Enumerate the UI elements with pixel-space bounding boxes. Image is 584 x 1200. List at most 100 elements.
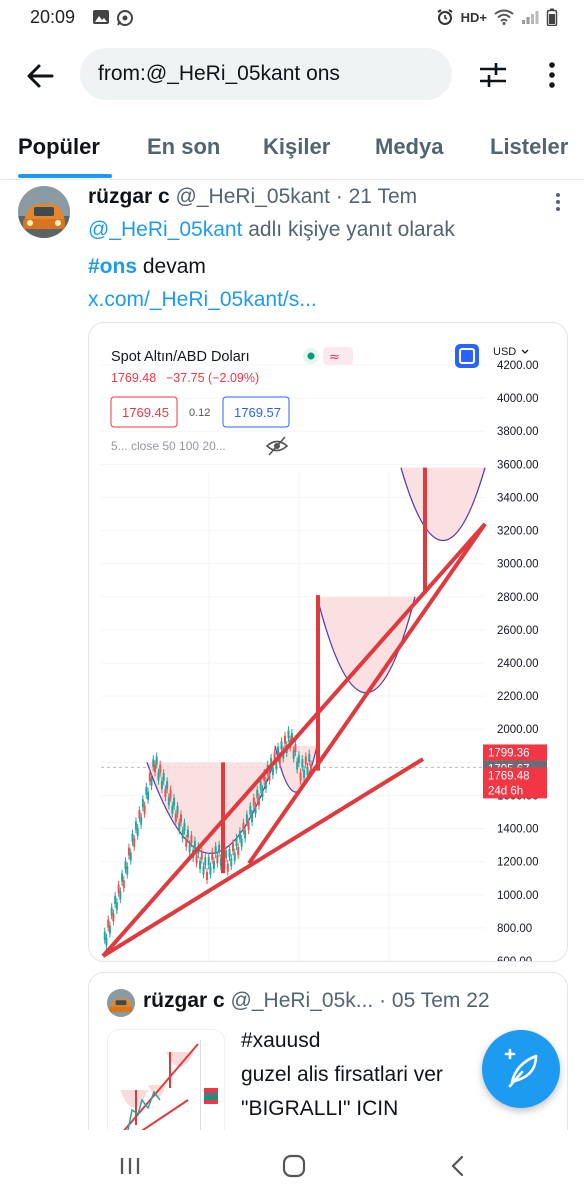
system-icons: HD+ bbox=[436, 8, 558, 26]
price-candle-body bbox=[244, 830, 247, 839]
tab-popular[interactable]: Popüler bbox=[18, 134, 100, 160]
price-candle-body bbox=[199, 860, 202, 869]
price-candle-body bbox=[287, 730, 290, 739]
active-tab-indicator bbox=[18, 174, 112, 178]
price-candle-body bbox=[212, 860, 215, 869]
y-tick-label: 2400.00 bbox=[497, 658, 539, 670]
price-candle-body bbox=[167, 797, 170, 806]
search-filter-button[interactable] bbox=[476, 58, 510, 92]
tweet-date[interactable]: 21 Tem bbox=[349, 185, 418, 208]
quote-text-line: "BIGRALLI" ICIN bbox=[241, 1097, 399, 1120]
y-tick-label: 2800.00 bbox=[497, 592, 539, 604]
price-candle-body bbox=[200, 851, 203, 860]
y-tick-label: 4200.00 bbox=[497, 360, 539, 372]
back-button[interactable] bbox=[22, 58, 58, 94]
price-candle-body bbox=[284, 735, 286, 744]
price-candle-body bbox=[180, 814, 182, 823]
price-candle-body bbox=[226, 863, 229, 872]
price-candle-body bbox=[251, 814, 254, 822]
price-candle-body bbox=[301, 759, 304, 768]
price-candle-body bbox=[174, 814, 177, 822]
price-candle-body bbox=[225, 850, 228, 859]
reply-context: @_HeRi_05kant adlı kişiye yanıt olarak bbox=[88, 218, 455, 242]
price-candle-body bbox=[110, 907, 113, 916]
status-time: 20:09 bbox=[30, 7, 76, 27]
hide-eye-icon[interactable] bbox=[265, 436, 289, 456]
tab-people[interactable]: Kişiler bbox=[263, 134, 330, 160]
price-candle-body bbox=[147, 791, 150, 800]
price-candle-body bbox=[238, 830, 241, 839]
price-candle-body bbox=[218, 844, 221, 853]
price-candle-body bbox=[121, 873, 124, 882]
support-trend-line bbox=[247, 522, 487, 865]
price-candle-body bbox=[304, 756, 307, 765]
home-button[interactable] bbox=[280, 1152, 308, 1180]
price-candle-body bbox=[292, 750, 295, 759]
price-candle-body bbox=[233, 852, 236, 861]
currency-selector[interactable]: USD bbox=[493, 346, 516, 358]
price-candle-body bbox=[235, 837, 238, 846]
search-tabs: Popüler En son Kişiler Medya Listeler bbox=[0, 118, 584, 180]
price-candle-body bbox=[173, 797, 176, 806]
gallery-icon bbox=[93, 10, 109, 24]
price-candle-body bbox=[277, 746, 280, 755]
car-avatar-image bbox=[107, 989, 135, 1017]
chevron-left-icon bbox=[451, 1155, 464, 1177]
price-candle-body bbox=[112, 913, 115, 922]
svg-text:≈: ≈ bbox=[329, 350, 340, 365]
recents-icon bbox=[120, 1158, 140, 1174]
compose-tweet-button[interactable] bbox=[482, 1030, 560, 1108]
price-candle-body bbox=[150, 778, 153, 787]
price-candle-body bbox=[131, 833, 134, 842]
chart-image[interactable]: 600.00800.001000.001200.001400.001600.00… bbox=[88, 322, 568, 962]
price-candle-body bbox=[202, 866, 205, 875]
y-tick-label: 3200.00 bbox=[497, 526, 539, 538]
avatar[interactable] bbox=[18, 186, 70, 238]
price-candle-body bbox=[247, 822, 250, 831]
price-candle-body bbox=[206, 871, 208, 880]
price-candle-body bbox=[252, 797, 255, 806]
y-tick-label: 3000.00 bbox=[497, 559, 539, 571]
recent-apps-button[interactable] bbox=[116, 1152, 144, 1180]
price-candle-body bbox=[119, 891, 122, 900]
tab-lists[interactable]: Listeler bbox=[490, 134, 568, 160]
price-candle-body bbox=[207, 857, 210, 866]
quote-avatar[interactable] bbox=[107, 989, 135, 1017]
price-candle-body bbox=[103, 931, 106, 940]
notification-icons bbox=[92, 9, 134, 27]
system-back-button[interactable] bbox=[444, 1152, 472, 1180]
quote-author-name[interactable]: rüzgar c bbox=[143, 989, 225, 1012]
car-avatar-image bbox=[18, 186, 70, 238]
y-tick-label: 2000.00 bbox=[497, 724, 539, 736]
alarm-icon bbox=[437, 9, 453, 25]
tweet-text: #ons devam bbox=[88, 255, 206, 279]
author-handle[interactable]: @_HeRi_05kant bbox=[176, 185, 330, 208]
more-options-button[interactable] bbox=[540, 58, 564, 92]
hashtag-link[interactable]: #ons bbox=[88, 255, 137, 278]
reply-handle-link[interactable]: @_HeRi_05kant bbox=[88, 218, 242, 241]
search-input[interactable]: from:@_HeRi_05kant ons bbox=[80, 48, 452, 100]
search-query: from:@_HeRi_05kant ons bbox=[98, 62, 340, 85]
tab-latest[interactable]: En son bbox=[147, 134, 220, 160]
price-candle-body bbox=[297, 755, 300, 764]
quote-author-handle[interactable]: @_HeRi_05k... bbox=[231, 989, 374, 1012]
tab-media[interactable]: Medya bbox=[375, 134, 443, 160]
price-tag-label: 1769.48 bbox=[488, 770, 530, 782]
price-candle-body bbox=[133, 838, 136, 847]
price-candle-body bbox=[108, 925, 111, 934]
price-candle-body bbox=[129, 852, 132, 861]
price-candle-body bbox=[256, 789, 259, 798]
price-tag-label: 24d 6h bbox=[488, 785, 523, 797]
quote-date[interactable]: · 05 Tem 22 bbox=[379, 989, 490, 1012]
price-candle-body bbox=[183, 822, 186, 831]
y-tick-label: 600.00 bbox=[497, 956, 532, 962]
reply-label: adlı kişiye yanıt olarak bbox=[248, 218, 455, 241]
y-tick-label: 1400.00 bbox=[497, 824, 539, 836]
tweet-url-link[interactable]: x.com/_HeRi_05kant/s... bbox=[88, 288, 317, 312]
author-name[interactable]: rüzgar c bbox=[88, 185, 170, 208]
network-type: HD+ bbox=[460, 9, 487, 25]
tweet-more-button[interactable] bbox=[548, 192, 568, 212]
chart-layout-button[interactable] bbox=[455, 344, 479, 368]
price-candle-body bbox=[190, 835, 193, 844]
price-candle-body bbox=[145, 786, 148, 795]
